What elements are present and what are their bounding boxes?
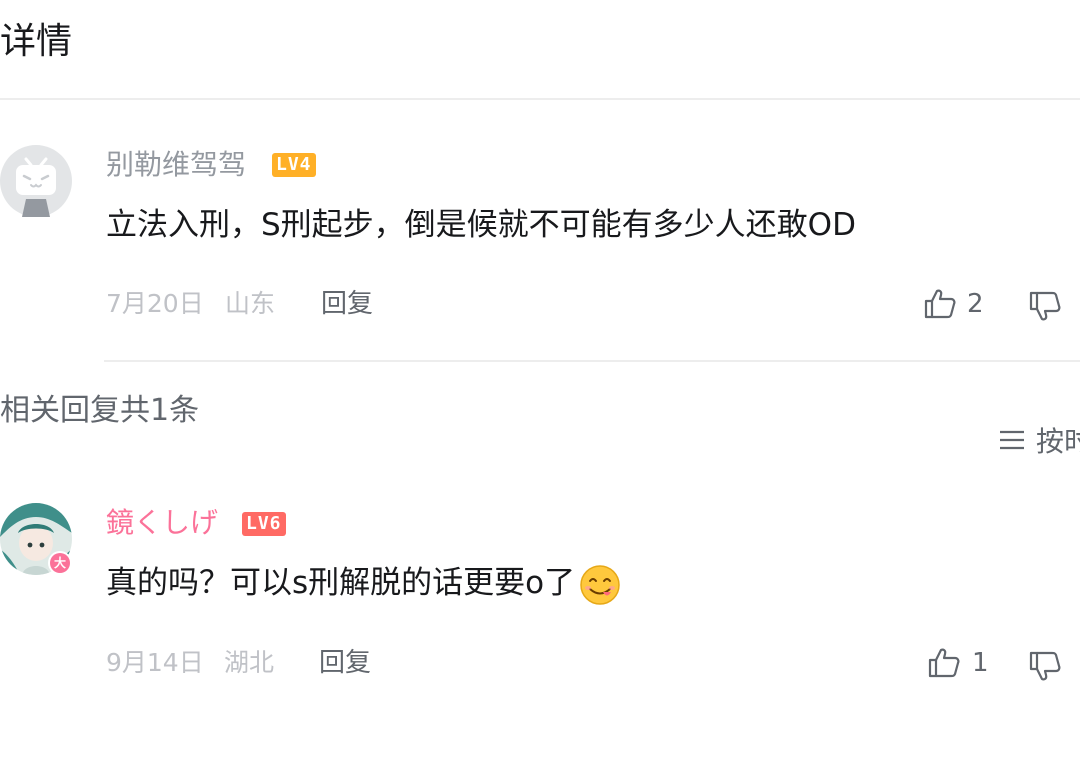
reply-button[interactable]: 回复 bbox=[321, 286, 373, 322]
comment-detail-page: 详情 别勒维驾驾 LV4 立法入刑，S刑起步，倒是候就不可能有多少人还敢OD 7… bbox=[0, 0, 1080, 777]
reply-content-text: 真的吗？可以s刑解脱的话更要o了 bbox=[106, 565, 576, 601]
header-divider bbox=[0, 98, 1080, 100]
page-title: 详情 bbox=[0, 21, 73, 62]
section-divider bbox=[104, 360, 1080, 362]
reply-location: 湖北 bbox=[224, 648, 275, 677]
avatar[interactable] bbox=[0, 145, 72, 217]
reply-date: 9月14日 bbox=[106, 648, 204, 677]
level-badge: LV4 bbox=[272, 153, 316, 177]
reply-reply-button[interactable]: 回复 bbox=[319, 645, 371, 681]
avatar-badge-label: 大 bbox=[53, 556, 66, 570]
like-count: 2 bbox=[967, 289, 984, 319]
reply-like-count: 1 bbox=[972, 648, 989, 678]
bilibili-tv-avatar-icon bbox=[0, 145, 72, 217]
reply-username[interactable]: 鏡くしげ bbox=[106, 503, 218, 543]
comment-username[interactable]: 别勒维驾驾 bbox=[106, 145, 246, 185]
thumbs-up-icon[interactable] bbox=[922, 286, 958, 322]
reply-content: 真的吗？可以s刑解脱的话更要o了 bbox=[106, 560, 621, 606]
comment-location: 山东 bbox=[225, 289, 276, 318]
comment-content: 立法入刑，S刑起步，倒是候就不可能有多少人还敢OD bbox=[106, 207, 856, 243]
comment-date: 7月20日 bbox=[106, 289, 204, 318]
sort-label: 按时 bbox=[1036, 425, 1080, 458]
sort-lines-icon bbox=[1000, 430, 1024, 450]
thumbs-down-icon[interactable] bbox=[1027, 288, 1063, 324]
thumbs-up-icon[interactable] bbox=[926, 645, 962, 681]
replies-count-header: 相关回复共1条 bbox=[0, 393, 200, 428]
sort-toggle[interactable]: 按时 bbox=[998, 420, 1080, 460]
reply-avatar[interactable]: 大 bbox=[0, 503, 72, 575]
thumbs-down-icon[interactable] bbox=[1027, 648, 1063, 684]
yum-face-emoji-icon bbox=[580, 564, 620, 605]
reply-level-badge: LV6 bbox=[242, 512, 286, 536]
